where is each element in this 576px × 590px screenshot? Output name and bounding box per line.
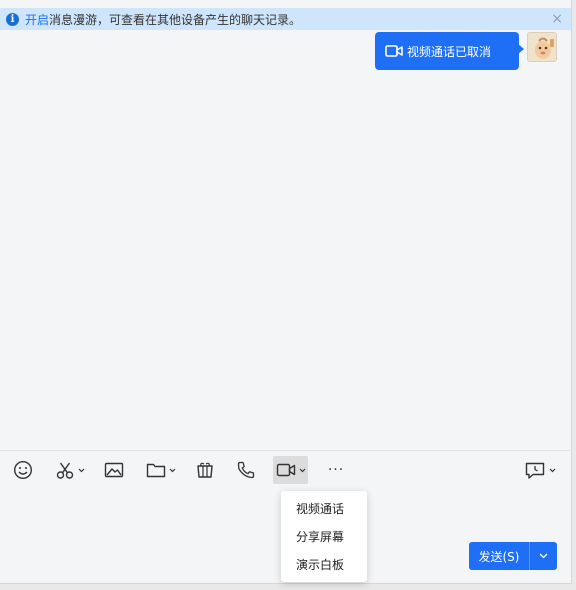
gift-button[interactable] — [192, 456, 218, 484]
input-divider — [0, 450, 572, 451]
chevron-down-icon — [78, 468, 85, 473]
gift-box-icon — [197, 462, 213, 478]
avatar[interactable] — [527, 32, 557, 62]
info-icon: i — [6, 12, 19, 26]
close-icon[interactable]: × — [551, 11, 563, 27]
video-camera-icon — [385, 44, 403, 58]
voice-call-button[interactable] — [233, 456, 259, 484]
more-icon: ··· — [327, 462, 345, 478]
chevron-down-icon — [539, 553, 548, 559]
video-call-menu: 视频通话 分享屏幕 演示白板 — [281, 491, 367, 582]
emoji-button[interactable] — [10, 456, 36, 484]
enable-roaming-link[interactable]: 开启 — [25, 11, 49, 28]
screenshot-button[interactable] — [52, 456, 88, 484]
menu-item-share-screen[interactable]: 分享屏幕 — [281, 523, 367, 551]
send-button[interactable]: 发送(S) — [469, 548, 529, 565]
chevron-down-icon — [549, 468, 556, 473]
menu-item-video-call[interactable]: 视频通话 — [281, 495, 367, 523]
more-button[interactable]: ··· — [323, 456, 349, 484]
history-icon — [525, 462, 545, 479]
phone-icon — [237, 461, 255, 479]
send-options-button[interactable] — [530, 542, 557, 570]
chevron-down-icon — [169, 468, 176, 473]
scissors-icon — [56, 462, 74, 479]
image-icon — [104, 462, 124, 478]
video-camera-icon — [276, 463, 295, 477]
menu-item-whiteboard[interactable]: 演示白板 — [281, 551, 367, 579]
chevron-down-icon — [299, 468, 306, 473]
roaming-notice-bar: i 开启 消息漫游，可查看在其他设备产生的聊天记录。 × — [0, 8, 571, 30]
video-call-button[interactable] — [273, 456, 308, 484]
notice-message: 消息漫游，可查看在其他设备产生的聊天记录。 — [49, 12, 302, 27]
image-button[interactable] — [101, 456, 127, 484]
folder-icon — [146, 463, 166, 478]
history-button[interactable] — [521, 456, 559, 484]
chat-window: i 开启 消息漫游，可查看在其他设备产生的聊天记录。 × 视频通话已取消 ···… — [0, 0, 572, 584]
file-button[interactable] — [143, 456, 179, 484]
message-bubble[interactable]: 视频通话已取消 — [375, 32, 524, 70]
message-text: 视频通话已取消 — [407, 44, 492, 59]
send-button-group: 发送(S) — [469, 542, 557, 570]
emoji-icon — [13, 460, 33, 480]
